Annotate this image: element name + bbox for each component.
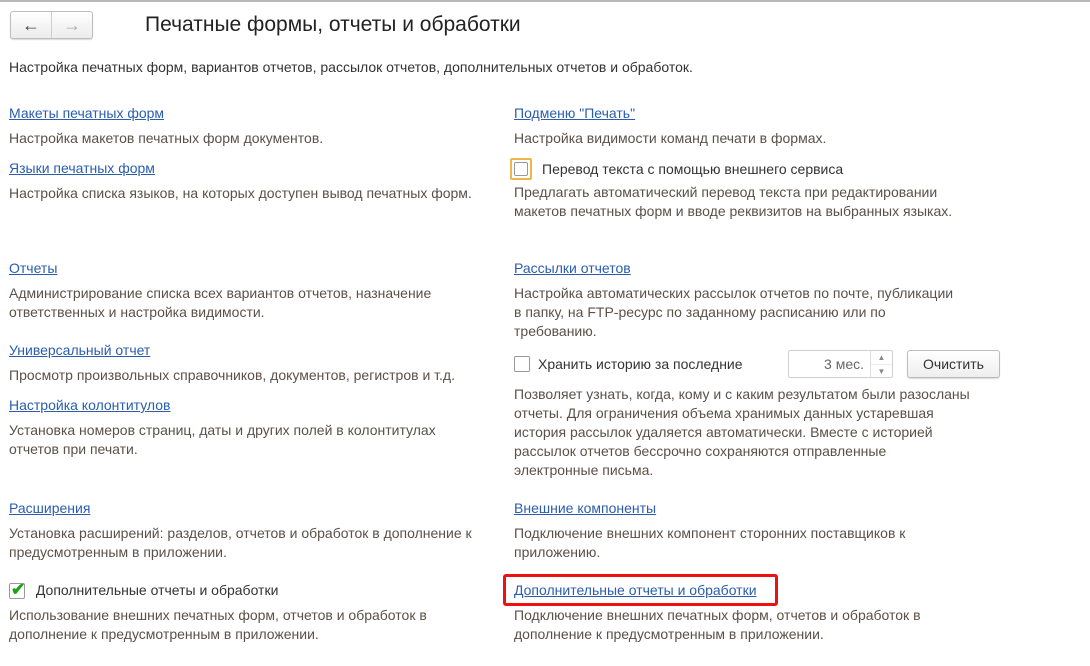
checkmark-icon: ✔ [11,580,26,600]
store-history-checkbox[interactable] [514,356,530,372]
section-description: Установка номеров страниц, даты и других… [9,422,436,457]
external-components-link[interactable]: Внешние компоненты [514,499,1004,524]
section-universal-report: Универсальный отчет Просмотр произвольны… [9,341,499,385]
section-description: Администрирование списка всех вариантов … [9,285,432,320]
history-nav: ← → [10,11,93,39]
translation-checkbox[interactable] [510,158,532,180]
section-additional-reports: Дополнительные отчеты и обработки Подклю… [514,581,1004,644]
section-additional-reports-toggle: ✔ Дополнительные отчеты и обработки Испо… [9,580,499,644]
reports-link[interactable]: Отчеты [9,259,499,284]
section-mailing-history: Хранить историю за последние 3 мес. ▲ ▼ О… [514,349,1004,480]
section-print-languages: Языки печатных форм Настройка списка язы… [9,159,499,203]
section-report-mailings: Рассылки отчетов Настройка автоматически… [514,259,1004,341]
section-extensions: Расширения Установка расширений: раздело… [9,499,499,562]
additional-reports-link[interactable]: Дополнительные отчеты и обработки [514,581,1004,606]
translation-checkbox-row[interactable]: Перевод текста с помощью внешнего сервис… [510,155,1000,183]
section-description: Подключение внешних печатных форм, отчет… [514,607,921,642]
section-description: Подключение внешних компонент сторонних … [514,525,906,560]
section-description: Предлагать автоматический перевод текста… [514,184,953,219]
section-print-submenu: Подменю "Печать" Настройка видимости ком… [514,104,1004,148]
page-subtitle: Настройка печатных форм, вариантов отчет… [9,59,693,75]
spin-up-button[interactable]: ▲ [871,351,892,365]
clear-history-button[interactable]: Очистить [907,350,1000,378]
print-templates-link[interactable]: Макеты печатных форм [9,104,499,129]
section-description: Позволяет узнать, когда, кому и с каким … [514,386,970,478]
section-description: Настройка автоматических рассылок отчето… [514,285,954,339]
headers-footers-link[interactable]: Настройка колонтитулов [9,396,499,421]
section-description: Установка расширений: разделов, отчетов … [9,525,472,560]
checkbox-label: Дополнительные отчеты и обработки [35,582,279,598]
section-description: Настройка списка языков, на которых дост… [9,185,472,201]
section-description: Использование внешних печатных форм, отч… [9,607,427,642]
section-description: Настройка видимости команд печати в форм… [514,130,827,146]
section-text-translation: Перевод текста с помощью внешнего сервис… [510,155,1000,221]
print-submenu-link[interactable]: Подменю "Печать" [514,104,1004,129]
page-title: Печатные формы, отчеты и обработки [145,13,521,36]
print-languages-link[interactable]: Языки печатных форм [9,159,499,184]
forward-button[interactable]: → [52,12,92,38]
section-description: Просмотр произвольных справочников, доку… [9,367,455,383]
section-print-templates: Макеты печатных форм Настройка макетов п… [9,104,499,148]
universal-report-link[interactable]: Универсальный отчет [9,341,499,366]
section-headers-footers: Настройка колонтитулов Установка номеров… [9,396,499,459]
checkbox-label: Хранить историю за последние [538,356,743,372]
section-external-components: Внешние компоненты Подключение внешних к… [514,499,1004,562]
section-reports: Отчеты Администрирование списка всех вар… [9,259,499,322]
section-description: Настройка макетов печатных форм документ… [9,130,324,146]
extensions-link[interactable]: Расширения [9,499,499,524]
history-period-value: 3 мес. [824,356,864,372]
additional-reports-checkbox-row[interactable]: ✔ Дополнительные отчеты и обработки [9,580,499,606]
back-button[interactable]: ← [11,12,52,38]
history-period-input[interactable]: 3 мес. ▲ ▼ [788,350,893,378]
additional-reports-checkbox[interactable]: ✔ [9,580,26,600]
checkbox-label: Перевод текста с помощью внешнего сервис… [542,161,844,177]
report-mailings-link[interactable]: Рассылки отчетов [514,259,1004,284]
spin-down-button[interactable]: ▼ [871,365,892,378]
